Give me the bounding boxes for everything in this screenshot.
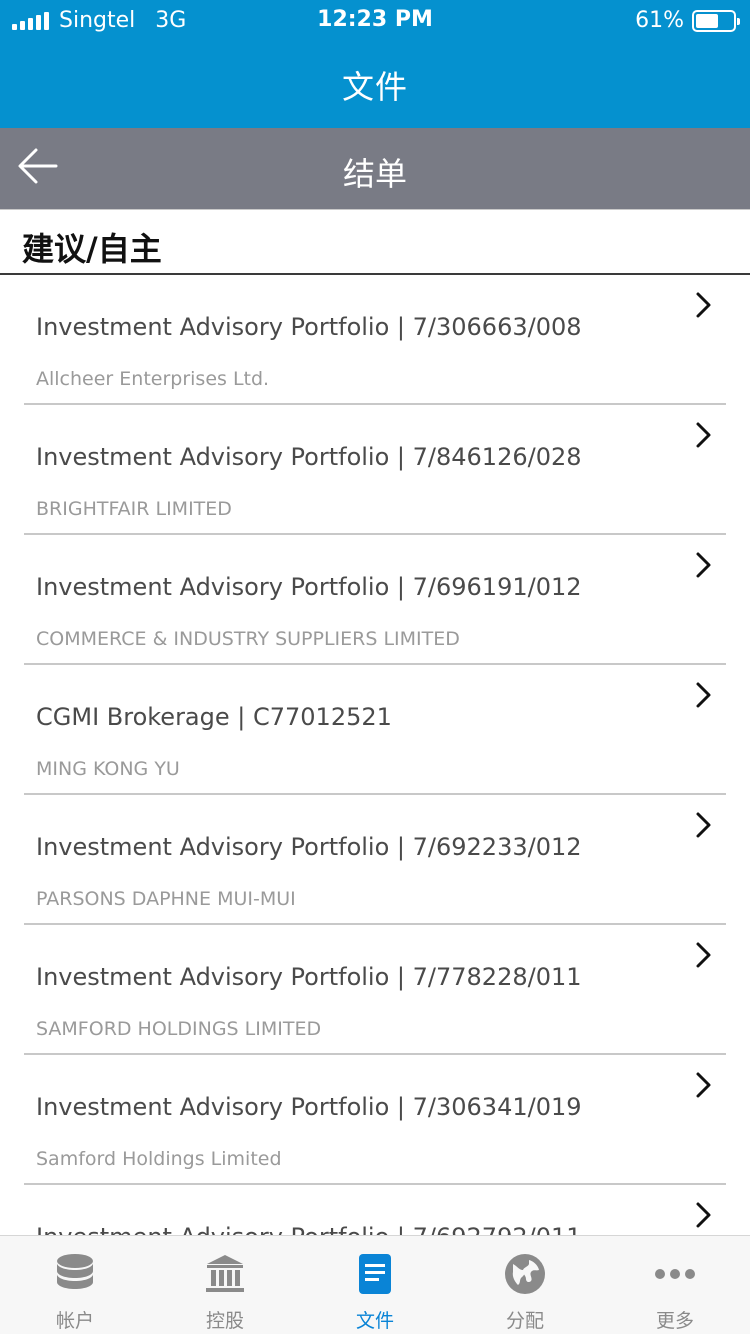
section-heading: 建议/自主	[0, 209, 750, 275]
chevron-right-icon	[696, 552, 711, 578]
account-holder-name: BRIGHTFAIR LIMITED	[36, 498, 232, 520]
database-icon	[57, 1254, 93, 1289]
account-holder-name: SAMFORD HOLDINGS LIMITED	[36, 1018, 322, 1040]
account-title: Investment Advisory Portfolio | 7/306341…	[36, 1093, 582, 1121]
account-row[interactable]: Investment Advisory Portfolio | 7/306341…	[0, 1055, 750, 1185]
account-row[interactable]: Investment Advisory Portfolio | 7/306663…	[0, 275, 750, 405]
page-title: 文件	[341, 68, 408, 106]
account-title: Investment Advisory Portfolio | 7/306663…	[36, 313, 582, 341]
account-row[interactable]: Investment Advisory Portfolio | 7/696191…	[0, 535, 750, 665]
account-holder-name: COMMERCE & INDUSTRY SUPPLIERS LIMITED	[36, 628, 460, 650]
tab-accounts[interactable]: 帐户	[0, 1236, 150, 1334]
battery-percent: 61%	[635, 8, 684, 33]
chevron-right-icon	[696, 812, 711, 838]
battery-icon	[692, 9, 740, 32]
bank-icon	[206, 1255, 244, 1292]
sub-header-title: 结单	[342, 155, 407, 193]
status-right: 61%	[635, 8, 740, 33]
bottom-tab-bar: 帐户 控股 文件 分配 更多	[0, 1235, 750, 1334]
account-list: Investment Advisory Portfolio | 7/306663…	[0, 275, 750, 1235]
status-bar: Singtel 3G 12:23 PM 61%	[0, 0, 750, 40]
chevron-right-icon	[696, 1202, 711, 1228]
account-title: Investment Advisory Portfolio | 7/846126…	[36, 443, 582, 471]
tab-label: 分配	[505, 1310, 544, 1332]
tab-documents[interactable]: 文件	[300, 1236, 450, 1334]
account-row[interactable]: Investment Advisory Portfolio | 7/846126…	[0, 405, 750, 535]
section-heading-label: 建议/自主	[22, 230, 162, 268]
account-holder-name: Allcheer Enterprises Ltd.	[36, 368, 270, 390]
account-holder-name: MING KONG YU	[36, 758, 180, 780]
account-row[interactable]: Investment Advisory Portfolio | 7/692792…	[0, 1185, 750, 1235]
chevron-right-icon	[696, 1072, 711, 1098]
tab-holdings[interactable]: 控股	[150, 1236, 300, 1334]
account-title: Investment Advisory Portfolio | 7/778228…	[36, 963, 582, 991]
more-dots-icon	[655, 1269, 695, 1279]
tab-label: 控股	[205, 1310, 244, 1332]
tab-label: 更多	[655, 1310, 694, 1332]
account-holder-name: PARSONS DAPHNE MUI-MUI	[36, 888, 296, 910]
chevron-right-icon	[696, 682, 711, 708]
account-title: Investment Advisory Portfolio | 7/692792…	[36, 1223, 582, 1235]
account-title: CGMI Brokerage | C77012521	[36, 703, 392, 731]
account-title: Investment Advisory Portfolio | 7/692233…	[36, 833, 582, 861]
account-row[interactable]: Investment Advisory Portfolio | 7/778228…	[0, 925, 750, 1055]
sub-header: 结单	[0, 128, 750, 209]
chevron-right-icon	[696, 942, 711, 968]
tab-more[interactable]: 更多	[600, 1236, 750, 1334]
account-row[interactable]: Investment Advisory Portfolio | 7/692233…	[0, 795, 750, 925]
battery-level	[696, 13, 718, 28]
chevron-right-icon	[696, 422, 711, 448]
tab-label: 文件	[355, 1310, 394, 1332]
account-holder-name: Samford Holdings Limited	[36, 1148, 282, 1170]
globe-icon	[505, 1254, 545, 1294]
tab-label: 帐户	[55, 1310, 94, 1332]
account-row[interactable]: CGMI Brokerage | C77012521 MING KONG YU	[0, 665, 750, 795]
tab-allocation[interactable]: 分配	[450, 1236, 600, 1334]
account-title: Investment Advisory Portfolio | 7/696191…	[36, 573, 582, 601]
document-icon	[359, 1254, 391, 1294]
chevron-right-icon	[696, 292, 711, 318]
app-header: Singtel 3G 12:23 PM 61% 文件	[0, 0, 750, 128]
